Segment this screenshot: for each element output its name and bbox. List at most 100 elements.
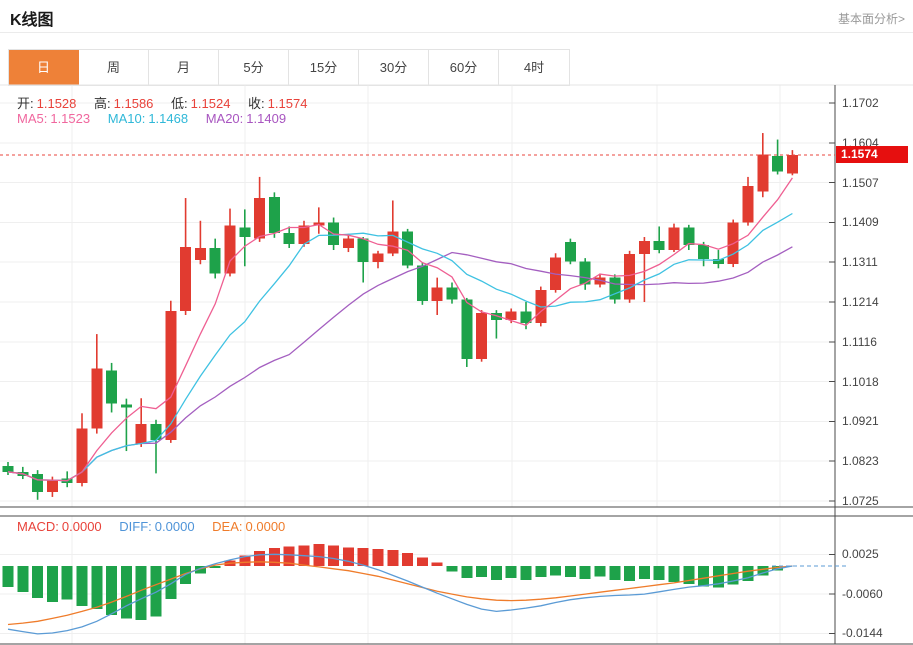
- candle-body: [165, 311, 176, 440]
- candle-body: [757, 155, 768, 192]
- macd-hist-bar: [358, 548, 369, 566]
- y-axis-label: 1.1507: [842, 176, 879, 190]
- macd-hist-bar: [521, 566, 532, 580]
- candle-body: [47, 481, 58, 492]
- macd-hist-bar: [254, 551, 265, 566]
- candle-body: [32, 474, 43, 492]
- macd-hist-bar: [313, 544, 324, 566]
- y-axis-label: 1.1214: [842, 295, 879, 309]
- ma-readout: MA5:1.1523 MA10:1.1468 MA20:1.1409: [17, 111, 289, 126]
- macd-hist-bar: [47, 566, 58, 602]
- y-axis-label: 1.1311: [842, 255, 878, 269]
- y-axis-label: 1.1018: [842, 375, 879, 389]
- macd-hist-bar: [62, 566, 73, 600]
- ma10-value: 1.1468: [148, 111, 188, 126]
- macd-hist-bar: [535, 566, 546, 577]
- candle-body: [210, 248, 221, 274]
- macd-hist-bar: [32, 566, 43, 598]
- candle-body: [639, 241, 650, 254]
- macd-hist-bar: [151, 566, 162, 617]
- candle-body: [565, 242, 576, 261]
- macd-hist-bar: [17, 566, 28, 592]
- y-axis-label: -0.0060: [842, 587, 883, 601]
- high-value: 1.1586: [114, 96, 154, 111]
- ohlc-readout: 开:1.1528 高:1.1586 低:1.1524 收:1.1574: [17, 93, 310, 112]
- y-axis-label: -0.0144: [842, 626, 883, 640]
- macd-readout: MACD:0.0000 DIFF:0.0000 DEA:0.0000: [17, 519, 288, 534]
- macd-hist-bar: [77, 566, 88, 606]
- high-label: 高:: [94, 96, 111, 111]
- macd-hist-bar: [387, 550, 398, 566]
- dea-label: DEA:: [212, 519, 242, 534]
- candle-body: [654, 241, 665, 250]
- candle-body: [254, 198, 265, 239]
- y-axis-label: 1.0823: [842, 454, 879, 468]
- low-label: 低:: [171, 96, 188, 111]
- macd-hist-bar: [580, 566, 591, 579]
- ma10-label: MA10:: [108, 111, 146, 126]
- open-label: 开:: [17, 96, 34, 111]
- macd-hist-bar: [698, 566, 709, 587]
- macd-hist-bar: [136, 566, 147, 620]
- macd-hist-bar: [106, 566, 117, 615]
- y-axis-label: 1.0921: [842, 414, 879, 428]
- macd-value: 0.0000: [62, 519, 102, 534]
- y-axis-label: 0.0025: [842, 547, 879, 561]
- candle-body: [609, 278, 620, 300]
- kline-page: { "header": { "title": "K线图", "link": "基…: [0, 0, 913, 645]
- macd-hist-bar: [550, 566, 561, 575]
- macd-hist-bar: [165, 566, 176, 599]
- macd-hist-bar: [624, 566, 635, 581]
- y-axis-label: 1.0725: [842, 494, 879, 508]
- candle-body: [225, 226, 236, 274]
- open-value: 1.1528: [37, 96, 77, 111]
- y-axis-label: 1.1409: [842, 215, 879, 229]
- macd-hist-bar: [609, 566, 620, 580]
- macd-hist-bar: [91, 566, 102, 609]
- candle-body: [669, 228, 680, 250]
- candle-body: [343, 239, 354, 248]
- close-label: 收:: [248, 96, 265, 111]
- macd-hist-bar: [447, 566, 458, 572]
- candle-body: [417, 265, 428, 300]
- candle-body: [476, 313, 487, 359]
- candle-body: [373, 253, 384, 262]
- candle-body: [787, 155, 798, 174]
- current-price-tag: 1.1574: [836, 146, 908, 163]
- candle-body: [269, 197, 280, 233]
- macd-hist-bar: [328, 545, 339, 566]
- candle-body: [106, 371, 117, 404]
- candle-body: [447, 287, 458, 299]
- macd-hist-bar: [565, 566, 576, 577]
- macd-hist-bar: [639, 566, 650, 579]
- candle-body: [121, 404, 132, 407]
- candle-body: [91, 369, 102, 429]
- macd-hist-bar: [3, 566, 14, 587]
- macd-hist-bar: [343, 547, 354, 566]
- candle-body: [772, 156, 783, 172]
- ma20-value: 1.1409: [246, 111, 286, 126]
- macd-hist-bar: [491, 566, 502, 580]
- candle-body: [683, 228, 694, 245]
- candle-body: [284, 233, 295, 244]
- candle-body: [151, 424, 162, 440]
- candle-body: [180, 247, 191, 311]
- macd-hist-bar: [121, 566, 132, 618]
- y-axis-label: 1.1116: [842, 335, 877, 349]
- macd-hist-bar: [669, 566, 680, 582]
- ma20-label: MA20:: [206, 111, 244, 126]
- macd-hist-bar: [654, 566, 665, 580]
- macd-hist-bar: [373, 549, 384, 566]
- macd-hist-bar: [506, 566, 517, 578]
- macd-hist-bar: [432, 562, 443, 566]
- candle-body: [698, 245, 709, 259]
- candle-body: [358, 239, 369, 263]
- ma5-label: MA5:: [17, 111, 47, 126]
- macd-label: MACD:: [17, 519, 59, 534]
- diff-value: 0.0000: [155, 519, 195, 534]
- macd-hist-bar: [402, 553, 413, 566]
- ma5-value: 1.1523: [50, 111, 90, 126]
- macd-hist-bar: [476, 566, 487, 577]
- candle-body: [461, 300, 472, 359]
- macd-hist-bar: [461, 566, 472, 578]
